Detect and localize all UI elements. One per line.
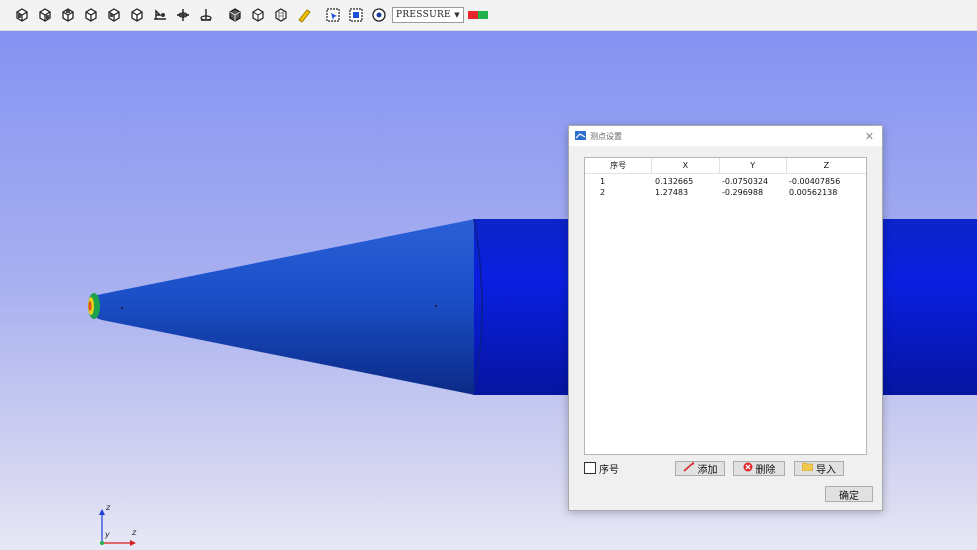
- import-button-label: 导入: [816, 464, 836, 476]
- import-button[interactable]: 导入: [794, 460, 844, 476]
- wireframe-box-icon[interactable]: [248, 5, 268, 25]
- cell-z: 0.00562138: [789, 188, 838, 197]
- dialog-title: 测点设置: [590, 131, 622, 141]
- surface-mesh-icon[interactable]: [271, 5, 291, 25]
- cell-x: 0.132665: [655, 177, 694, 186]
- color-legend-green: [478, 11, 488, 19]
- column-header-y[interactable]: Y: [720, 158, 787, 173]
- column-header-z[interactable]: Z: [787, 158, 866, 173]
- field-variable-select[interactable]: PRESSURE ▼: [392, 7, 464, 23]
- table-row[interactable]: 2 1.27483 -0.296988 0.00562138: [585, 187, 866, 198]
- view-left-icon[interactable]: [81, 5, 101, 25]
- cell-z: -0.00407856: [789, 177, 841, 186]
- delete-button-label: 删除: [755, 464, 776, 476]
- view-iso-icon[interactable]: [12, 5, 32, 25]
- rotate-y-icon[interactable]: [173, 5, 193, 25]
- rotate-x-icon[interactable]: [150, 5, 170, 25]
- add-button-label: 添加: [697, 464, 718, 476]
- color-legend-red: [468, 11, 478, 19]
- delete-icon: [743, 462, 753, 475]
- select-area-icon[interactable]: [346, 5, 366, 25]
- show-id-checkbox[interactable]: [584, 462, 596, 474]
- field-variable-value: PRESSURE: [396, 10, 451, 20]
- cell-x: 1.27483: [655, 188, 689, 197]
- dialog-controls: 序号 添加 删除 导入: [584, 460, 865, 476]
- solid-box-icon[interactable]: [225, 5, 245, 25]
- ok-button-label: 确定: [839, 490, 859, 502]
- table-row[interactable]: 1 0.132665 -0.0750324 -0.00407856: [585, 176, 866, 187]
- rotate-z-icon[interactable]: [196, 5, 216, 25]
- view-top-icon[interactable]: [127, 5, 147, 25]
- view-right-icon[interactable]: [104, 5, 124, 25]
- probe-settings-icon[interactable]: [369, 5, 389, 25]
- cell-y: -0.296988: [722, 188, 764, 197]
- app-icon: [575, 130, 586, 142]
- probe-settings-dialog: 测点设置 ✕ 序号 X Y Z 1 0.132665 -0.0750324 -0…: [568, 125, 883, 511]
- add-point-icon: [683, 461, 695, 475]
- axis-triad: z y z: [92, 501, 152, 550]
- dialog-titlebar: 测点设置 ✕: [569, 126, 882, 146]
- view-back-icon[interactable]: [58, 5, 78, 25]
- column-header-id[interactable]: 序号: [585, 158, 653, 173]
- view-front-icon[interactable]: [35, 5, 55, 25]
- cell-y: -0.0750324: [722, 177, 769, 186]
- delete-button[interactable]: 删除: [733, 460, 785, 476]
- axis-label-origin: y: [105, 530, 110, 539]
- close-icon[interactable]: ✕: [865, 130, 874, 143]
- axis-label-horizontal: z: [132, 528, 137, 537]
- probe-table: 序号 X Y Z 1 0.132665 -0.0750324 -0.004078…: [584, 157, 867, 455]
- select-point-icon[interactable]: [323, 5, 343, 25]
- measure-ruler-icon[interactable]: [294, 5, 314, 25]
- show-id-label: 序号: [599, 464, 619, 476]
- axis-label-vertical: z: [106, 503, 111, 512]
- add-button[interactable]: 添加: [675, 460, 725, 476]
- view-toolbar: PRESSURE ▼: [0, 0, 977, 31]
- ok-button[interactable]: 确定: [825, 486, 873, 502]
- cell-id: 2: [600, 188, 606, 197]
- cell-id: 1: [600, 177, 606, 186]
- folder-icon: [801, 462, 814, 474]
- column-header-x[interactable]: X: [652, 158, 720, 173]
- chevron-down-icon: ▼: [454, 11, 460, 19]
- table-header: 序号 X Y Z: [585, 158, 866, 174]
